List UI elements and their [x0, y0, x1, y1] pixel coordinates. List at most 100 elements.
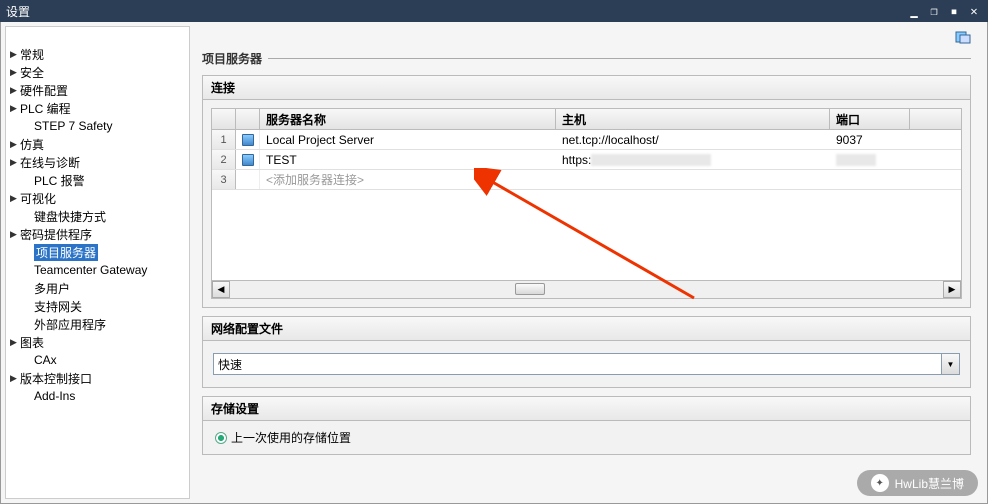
sidebar-item-label: CAx [34, 353, 57, 367]
arrow-collapsed-icon[interactable]: ▶ [10, 103, 20, 114]
grid-header: 服务器名称 主机 端口 [212, 109, 961, 130]
sidebar-item-CAx[interactable]: CAx [6, 351, 189, 369]
arrow-collapsed-icon[interactable]: ▶ [10, 337, 20, 348]
storage-radio-label: 上一次使用的存储位置 [231, 429, 351, 446]
arrow-collapsed-icon[interactable]: ▶ [10, 49, 20, 60]
sidebar-item-支持网关[interactable]: 支持网关 [6, 297, 189, 315]
row-number: 3 [212, 170, 236, 189]
arrow-collapsed-icon[interactable]: ▶ [10, 229, 20, 240]
sidebar-item-密码提供程序[interactable]: ▶密码提供程序 [6, 225, 189, 243]
sidebar-item-Add-Ins[interactable]: Add-Ins [6, 387, 189, 405]
server-icon [242, 154, 254, 166]
network-select-row: 快速 ▼ [213, 353, 960, 375]
chevron-down-icon[interactable]: ▼ [942, 353, 960, 375]
network-profile-value: 快速 [218, 356, 242, 373]
cell-server-name[interactable]: <添加服务器连接> [260, 170, 556, 189]
sidebar-item-Teamcenter Gateway[interactable]: Teamcenter Gateway [6, 261, 189, 279]
horizontal-scrollbar[interactable]: ◀ ▶ [212, 280, 961, 298]
sidebar-item-label: 外部应用程序 [34, 316, 106, 333]
titlebar: 设置 ▁ ❐ ▪ ✕ [0, 0, 988, 22]
main-container: ▶常规▶安全▶硬件配置▶PLC 编程STEP 7 Safety▶仿真▶在线与诊断… [0, 22, 988, 504]
sidebar-item-label: 密码提供程序 [20, 226, 92, 243]
storage-panel: 存储设置 上一次使用的存储位置 [202, 396, 971, 455]
arrow-collapsed-icon[interactable]: ▶ [10, 67, 20, 78]
cell-host[interactable]: https: [556, 150, 830, 169]
sidebar-item-硬件配置[interactable]: ▶硬件配置 [6, 81, 189, 99]
sidebar-item-安全[interactable]: ▶安全 [6, 63, 189, 81]
add-server-row[interactable]: 3 <添加服务器连接> [212, 170, 961, 190]
sidebar-item-label: STEP 7 Safety [34, 119, 113, 133]
row-number: 1 [212, 130, 236, 149]
watermark-text: HwLib慧兰博 [895, 475, 964, 492]
cell-host[interactable]: net.tcp://localhost/ [556, 130, 830, 149]
arrow-collapsed-icon[interactable]: ▶ [10, 193, 20, 204]
sidebar-item-PLC 编程[interactable]: ▶PLC 编程 [6, 99, 189, 117]
section-title-row: 项目服务器 [202, 50, 971, 67]
arrow-collapsed-icon[interactable]: ▶ [10, 139, 20, 150]
arrow-collapsed-icon[interactable]: ▶ [10, 157, 20, 168]
scroll-thumb[interactable] [515, 283, 545, 295]
restore-button[interactable]: ❐ [926, 4, 942, 18]
network-profile-select[interactable]: 快速 [213, 353, 942, 375]
network-panel-header: 网络配置文件 [203, 317, 970, 341]
scroll-left-button[interactable]: ◀ [212, 281, 230, 298]
sidebar-item-键盘快捷方式[interactable]: 键盘快捷方式 [6, 207, 189, 225]
server-grid: 服务器名称 主机 端口 1 Local Project Servernet.tcp… [211, 108, 962, 299]
sidebar-item-在线与诊断[interactable]: ▶在线与诊断 [6, 153, 189, 171]
cell-port[interactable] [830, 170, 910, 189]
sidebar-item-label: Teamcenter Gateway [34, 263, 147, 277]
sidebar-item-label: 支持网关 [34, 298, 82, 315]
redacted-host [591, 154, 711, 166]
scroll-track[interactable] [230, 281, 943, 298]
sidebar-item-外部应用程序[interactable]: 外部应用程序 [6, 315, 189, 333]
col-server-name[interactable]: 服务器名称 [260, 109, 556, 129]
row-icon-cell [236, 150, 260, 169]
properties-icon[interactable] [955, 30, 971, 44]
sidebar-item-label: 项目服务器 [34, 244, 98, 261]
cell-port[interactable] [830, 150, 910, 169]
sidebar-item-label: 安全 [20, 64, 44, 81]
sidebar-item-项目服务器[interactable]: 项目服务器 [6, 243, 189, 261]
arrow-collapsed-icon[interactable]: ▶ [10, 85, 20, 96]
minimize-button[interactable]: ▁ [906, 4, 922, 18]
page-title: 项目服务器 [202, 50, 262, 67]
sidebar-item-label: 硬件配置 [20, 82, 68, 99]
server-row[interactable]: 2 TESThttps: [212, 150, 961, 170]
sidebar-item-多用户[interactable]: 多用户 [6, 279, 189, 297]
cell-host[interactable] [556, 170, 830, 189]
sidebar-item-版本控制接口[interactable]: ▶版本控制接口 [6, 369, 189, 387]
content-area: 项目服务器 连接 服务器名称 主机 端口 1 Local Project Serv… [190, 26, 983, 499]
divider [268, 58, 971, 59]
sidebar-item-常规[interactable]: ▶常规 [6, 45, 189, 63]
sidebar-item-可视化[interactable]: ▶可视化 [6, 189, 189, 207]
sidebar-item-label: 键盘快捷方式 [34, 208, 106, 225]
scroll-right-button[interactable]: ▶ [943, 281, 961, 298]
connection-panel-header: 连接 [203, 76, 970, 100]
col-host[interactable]: 主机 [556, 109, 830, 129]
sidebar-item-仿真[interactable]: ▶仿真 [6, 135, 189, 153]
storage-radio-row[interactable]: 上一次使用的存储位置 [209, 425, 964, 450]
sidebar-item-label: 图表 [20, 334, 44, 351]
server-row[interactable]: 1 Local Project Servernet.tcp://localhost… [212, 130, 961, 150]
sidebar-item-label: PLC 编程 [20, 100, 71, 117]
sidebar-item-label: 仿真 [20, 136, 44, 153]
window-controls: ▁ ❐ ▪ ✕ [906, 4, 982, 18]
arrow-collapsed-icon[interactable]: ▶ [10, 373, 20, 384]
sidebar-item-PLC 报警[interactable]: PLC 报警 [6, 171, 189, 189]
settings-sidebar: ▶常规▶安全▶硬件配置▶PLC 编程STEP 7 Safety▶仿真▶在线与诊断… [5, 26, 190, 499]
close-button[interactable]: ✕ [966, 4, 982, 18]
sidebar-item-图表[interactable]: ▶图表 [6, 333, 189, 351]
small-close-button[interactable]: ▪ [946, 4, 962, 18]
sidebar-item-STEP 7 Safety[interactable]: STEP 7 Safety [6, 117, 189, 135]
row-number: 2 [212, 150, 236, 169]
sidebar-item-label: PLC 报警 [34, 172, 85, 189]
cell-server-name[interactable]: Local Project Server [260, 130, 556, 149]
radio-selected-icon[interactable] [215, 432, 227, 444]
storage-panel-header: 存储设置 [203, 397, 970, 421]
cell-port[interactable]: 9037 [830, 130, 910, 149]
window-title: 设置 [6, 3, 906, 20]
row-icon-cell [236, 130, 260, 149]
network-profile-panel: 网络配置文件 快速 ▼ [202, 316, 971, 388]
cell-server-name[interactable]: TEST [260, 150, 556, 169]
col-port[interactable]: 端口 [830, 109, 910, 129]
